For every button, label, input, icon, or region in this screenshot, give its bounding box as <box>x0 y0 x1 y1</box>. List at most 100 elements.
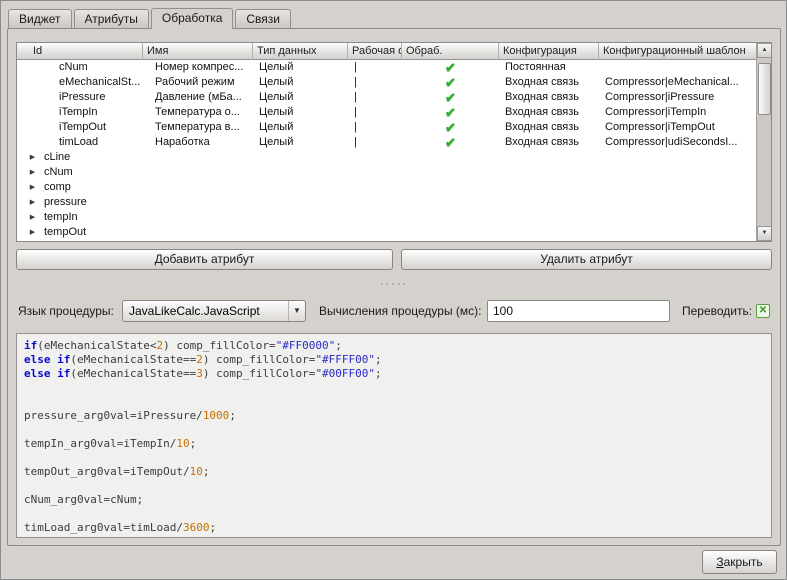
code-token: 3 <box>196 367 203 380</box>
processing-check-icon[interactable]: ✔ <box>445 135 456 150</box>
code-line <box>24 381 764 395</box>
cell-config_template: Compressor|iTempOut <box>599 120 758 135</box>
code-token: 2 <box>196 353 203 366</box>
cell-processing: ✔ <box>402 135 499 150</box>
expander-icon[interactable]: ▶ <box>26 240 39 242</box>
tree-item-label: timLoad <box>44 240 83 242</box>
tab-attributes[interactable]: Атрибуты <box>74 9 149 28</box>
tab-links[interactable]: Связи <box>235 9 291 28</box>
scroll-up-button[interactable]: ▲ <box>757 43 772 58</box>
expander-icon[interactable]: ▶ <box>26 180 39 195</box>
cell-config_template: Compressor|udiSecondsI... <box>599 135 758 150</box>
procedure-language-value: JavaLikeCalc.JavaScript <box>129 304 260 318</box>
cell-data_type: Целый <box>253 75 348 90</box>
tree-item-label: cNum <box>44 165 73 180</box>
column-header-name[interactable]: Имя <box>143 43 253 60</box>
processing-check-icon[interactable]: ✔ <box>445 75 456 90</box>
column-header-work_area[interactable]: Рабочая область <box>348 43 402 60</box>
code-token: 1000 <box>203 409 230 422</box>
attr-row-eMechanicalSt[interactable]: eMechanicalSt...Рабочий режимЦелый|✔Вход… <box>17 75 758 90</box>
procedure-code-editor[interactable]: if(eMechanicalState<2) comp_fillColor="#… <box>16 333 772 538</box>
column-header-processing[interactable]: Обраб. <box>402 43 499 60</box>
tab-processing[interactable]: Обработка <box>151 8 234 29</box>
attr-row-iTempIn[interactable]: iTempInТемпература о...Целый|✔Входная св… <box>17 105 758 120</box>
code-line: tempOut_arg0val=iTempOut/10; <box>24 465 764 479</box>
processing-check-icon[interactable]: ✔ <box>445 60 456 75</box>
cell-processing: ✔ <box>402 120 499 135</box>
translate-checkbox[interactable]: ✕ <box>756 304 770 318</box>
expander-icon[interactable]: ▶ <box>26 195 39 210</box>
cell-config_template: Compressor|eMechanical... <box>599 75 758 90</box>
tab-widget[interactable]: Виджет <box>8 9 72 28</box>
column-header-config_template[interactable]: Конфигурационный шаблон <box>599 43 758 60</box>
tree-item-tempIn[interactable]: ▶ tempIn <box>17 210 758 225</box>
cell-data_type: Целый <box>253 135 348 150</box>
tree-item-pressure[interactable]: ▶ pressure <box>17 195 758 210</box>
tree-item-timLoad[interactable]: ▶ timLoad <box>17 240 758 242</box>
attr-row-timLoad[interactable]: timLoadНаработкаЦелый|✔Входная связьComp… <box>17 135 758 150</box>
attr-row-iPressure[interactable]: iPressureДавление (мБа...Целый|✔Входная … <box>17 90 758 105</box>
cell-name: Наработка <box>143 135 253 150</box>
cell-id: timLoad <box>17 135 143 150</box>
cell-data_type: Целый <box>253 120 348 135</box>
cell-processing: ✔ <box>402 105 499 120</box>
cell-id: cNum <box>17 60 143 75</box>
attr-row-cNum[interactable]: cNumНомер компрес...Целый|✔Постоянная <box>17 60 758 75</box>
tree-item-tempOut[interactable]: ▶ tempOut <box>17 225 758 240</box>
scroll-down-button[interactable]: ▼ <box>757 226 772 241</box>
tree-item-label: cLine <box>44 150 70 165</box>
expander-icon[interactable]: ▶ <box>26 225 39 240</box>
processing-check-icon[interactable]: ✔ <box>445 120 456 135</box>
expander-icon[interactable]: ▶ <box>26 210 39 225</box>
code-token: if <box>24 339 37 352</box>
tree-item-cNum[interactable]: ▶ cNum <box>17 165 758 180</box>
scrollbar-thumb[interactable] <box>758 63 771 115</box>
widget-processing-dialog: ВиджетАтрибутыОбработкаСвязи IdИмяТип да… <box>0 0 787 580</box>
cell-work_area: | <box>348 90 402 105</box>
code-token: if <box>57 353 70 366</box>
code-line: pressure_arg0val=iPressure/1000; <box>24 409 764 423</box>
column-header-configuration[interactable]: Конфигурация <box>499 43 599 60</box>
tree-item-label: tempOut <box>44 225 86 240</box>
tree-item-cLine[interactable]: ▶ cLine <box>17 150 758 165</box>
procedure-language-label: Язык процедуры: <box>18 300 114 322</box>
cell-configuration: Входная связь <box>499 135 599 150</box>
add-attribute-button[interactable]: Добавить атрибут <box>16 249 393 270</box>
cell-id: iTempOut <box>17 120 143 135</box>
expander-icon[interactable]: ▶ <box>26 165 39 180</box>
cell-id: iTempIn <box>17 105 143 120</box>
calc-period-input[interactable] <box>487 300 670 322</box>
cell-configuration: Входная связь <box>499 90 599 105</box>
code-token: "#00FF00" <box>315 367 375 380</box>
table-vertical-scrollbar[interactable]: ▲ ▼ <box>756 43 771 241</box>
remove-attribute-button[interactable]: Удалить атрибут <box>401 249 772 270</box>
column-header-data_type[interactable]: Тип данных <box>253 43 348 60</box>
tree-item-comp[interactable]: ▶comp <box>17 180 758 195</box>
tree-item-label: tempIn <box>44 210 78 225</box>
code-token: else <box>24 367 51 380</box>
cell-configuration: Входная связь <box>499 105 599 120</box>
code-line: tempIn_arg0val=iTempIn/10; <box>24 437 764 451</box>
code-line: if(eMechanicalState<2) comp_fillColor="#… <box>24 339 764 353</box>
code-token: if <box>57 367 70 380</box>
processing-check-icon[interactable]: ✔ <box>445 90 456 105</box>
cell-processing: ✔ <box>402 90 499 105</box>
code-line: timLoad_arg0val=timLoad/3600; <box>24 521 764 535</box>
cell-name: Температура о... <box>143 105 253 120</box>
cell-data_type: Целый <box>253 60 348 75</box>
code-token: "#FF0000" <box>276 339 336 352</box>
cell-configuration: Входная связь <box>499 75 599 90</box>
calc-period-label: Вычисления процедуры (мс): <box>319 300 482 322</box>
code-token: 2 <box>156 339 163 352</box>
cell-name: Температура в... <box>143 120 253 135</box>
code-line: else if(eMechanicalState==2) comp_fillCo… <box>24 353 764 367</box>
processing-check-icon[interactable]: ✔ <box>445 105 456 120</box>
attr-row-iTempOut[interactable]: iTempOutТемпература в...Целый|✔Входная с… <box>17 120 758 135</box>
tab-panel-processing: IdИмяТип данныхРабочая областьОбраб.Конф… <box>7 28 781 546</box>
expander-icon[interactable]: ▶ <box>26 150 39 165</box>
procedure-language-select[interactable]: JavaLikeCalc.JavaScript ▼ <box>122 300 306 322</box>
splitter-handle[interactable]: ····· <box>8 279 780 289</box>
close-button[interactable]: Закрыть <box>702 550 777 574</box>
column-header-id[interactable]: Id <box>17 43 143 60</box>
tree-item-label: pressure <box>44 195 87 210</box>
